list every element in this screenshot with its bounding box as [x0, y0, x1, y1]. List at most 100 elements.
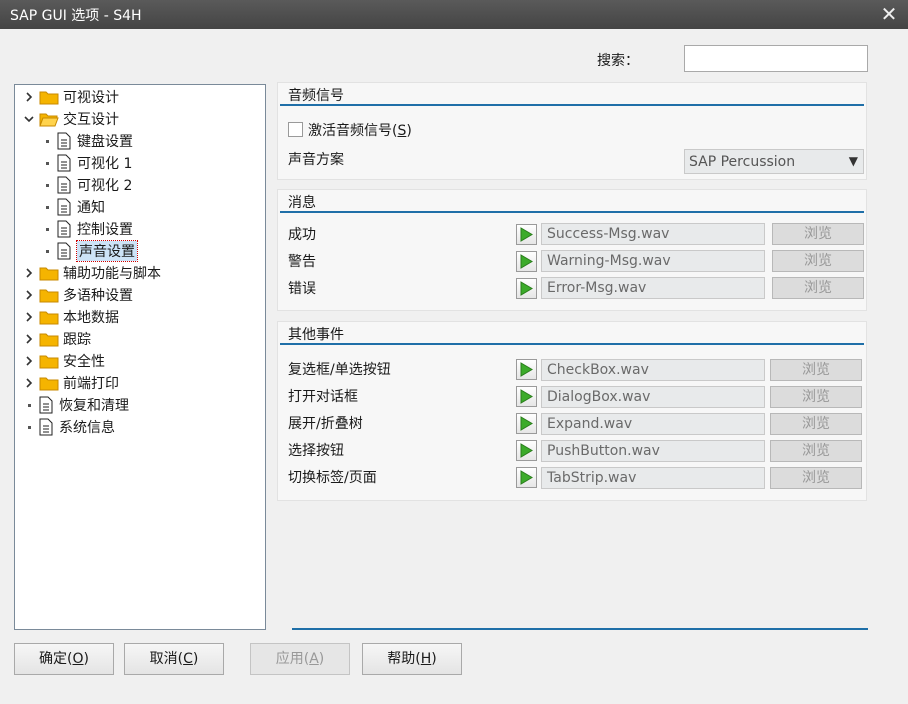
tree-item-visualization-2[interactable]: 可视化 2: [41, 175, 132, 195]
tree-item-accessibility-scripting[interactable]: 辅助功能与脚本: [23, 263, 161, 283]
browse-button[interactable]: 浏览: [770, 440, 862, 462]
bullet-icon: [41, 197, 53, 217]
chevron-down-icon[interactable]: [23, 109, 35, 129]
folder-icon: [39, 355, 59, 369]
tree-item-label: 系统信息: [59, 420, 115, 436]
tree-item-visualization-1[interactable]: 可视化 1: [41, 153, 132, 173]
tree-item-label: 键盘设置: [77, 134, 133, 150]
tree-item-system-info[interactable]: 系统信息: [23, 417, 115, 437]
browse-button[interactable]: 浏览: [770, 359, 862, 381]
tree-item-label: 多语种设置: [63, 288, 133, 304]
sound-file-field[interactable]: DialogBox.wav: [541, 386, 765, 408]
tree-item-control-settings[interactable]: 控制设置: [41, 219, 133, 239]
sound-file-field[interactable]: Success-Msg.wav: [541, 223, 765, 245]
bullet-icon: [23, 395, 35, 415]
row-label: 成功: [288, 227, 316, 243]
tree-item-label: 安全性: [63, 354, 105, 370]
ok-button[interactable]: 确定(O): [14, 643, 114, 675]
play-icon[interactable]: [516, 251, 537, 272]
panel-divider: [280, 343, 864, 345]
tree-item-frontend-print[interactable]: 前端打印: [23, 373, 119, 393]
tree-item-label: 交互设计: [63, 112, 119, 128]
folder-icon: [39, 333, 59, 347]
bullet-icon: [23, 417, 35, 437]
browse-button[interactable]: 浏览: [772, 250, 864, 272]
tree-item-multilingual-settings[interactable]: 多语种设置: [23, 285, 133, 305]
browse-button[interactable]: 浏览: [770, 413, 862, 435]
bullet-icon: [41, 131, 53, 151]
bullet-icon: [41, 219, 53, 239]
settings-tree: 可视设计 交互设计 键盘设置 可视化 1 可视化 2 通知 控制设置 声音设置: [14, 84, 266, 630]
chevron-right-icon[interactable]: [23, 87, 35, 107]
tree-item-label: 通知: [77, 200, 105, 216]
bullet-icon: [41, 241, 53, 261]
tree-item-label: 可视设计: [63, 90, 119, 106]
document-icon: [57, 176, 71, 194]
tree-item-label: 恢复和清理: [59, 398, 129, 414]
tree-item-keyboard-settings[interactable]: 键盘设置: [41, 131, 133, 151]
window-title: SAP GUI 选项 - S4H: [10, 8, 142, 24]
chevron-right-icon[interactable]: [23, 285, 35, 305]
bullet-icon: [41, 175, 53, 195]
row-label: 打开对话框: [288, 389, 358, 405]
tree-item-notifications[interactable]: 通知: [41, 197, 105, 217]
sound-scheme-select[interactable]: SAP Percussion ▼: [684, 149, 864, 174]
audio-signal-panel: 音频信号 激活音频信号(S) 声音方案 SAP Percussion ▼: [277, 82, 867, 180]
play-icon[interactable]: [516, 359, 537, 380]
play-icon[interactable]: [516, 224, 537, 245]
tree-item-label: 跟踪: [63, 332, 91, 348]
help-button[interactable]: 帮助(H): [362, 643, 462, 675]
play-icon[interactable]: [516, 413, 537, 434]
activate-audio-label[interactable]: 激活音频信号(S): [308, 120, 412, 140]
tree-item-security[interactable]: 安全性: [23, 351, 105, 371]
chevron-right-icon[interactable]: [23, 373, 35, 393]
play-icon[interactable]: [516, 278, 537, 299]
chevron-right-icon[interactable]: [23, 329, 35, 349]
cancel-button[interactable]: 取消(C): [124, 643, 224, 675]
folder-icon: [39, 289, 59, 303]
row-label: 警告: [288, 254, 316, 270]
document-icon: [57, 220, 71, 238]
tree-item-sound-settings[interactable]: 声音设置: [41, 240, 138, 262]
play-icon[interactable]: [516, 467, 537, 488]
play-icon[interactable]: [516, 440, 537, 461]
sound-file-field[interactable]: PushButton.wav: [541, 440, 765, 462]
activate-audio-checkbox[interactable]: [288, 122, 303, 137]
tree-item-recovery-cleanup[interactable]: 恢复和清理: [23, 395, 129, 415]
folder-icon: [39, 91, 59, 105]
tree-item-interaction-design[interactable]: 交互设计: [23, 109, 119, 129]
sound-file-field[interactable]: Expand.wav: [541, 413, 765, 435]
chevron-right-icon[interactable]: [23, 351, 35, 371]
tree-item-label: 声音设置: [76, 240, 138, 262]
sound-file-field[interactable]: Error-Msg.wav: [541, 277, 765, 299]
footer-divider: [292, 628, 868, 630]
tree-item-trace[interactable]: 跟踪: [23, 329, 91, 349]
browse-button[interactable]: 浏览: [770, 386, 862, 408]
folder-icon: [39, 267, 59, 281]
tree-item-label: 本地数据: [63, 310, 119, 326]
play-icon[interactable]: [516, 386, 537, 407]
browse-button[interactable]: 浏览: [770, 467, 862, 489]
panel-title: 消息: [288, 195, 316, 211]
row-label: 错误: [288, 281, 316, 297]
tree-item-visual-design[interactable]: 可视设计: [23, 87, 119, 107]
apply-button[interactable]: 应用(A): [250, 643, 350, 675]
tree-item-label: 前端打印: [63, 376, 119, 392]
panel-title: 其他事件: [288, 327, 344, 343]
sound-file-field[interactable]: CheckBox.wav: [541, 359, 765, 381]
chevron-right-icon[interactable]: [23, 263, 35, 283]
row-label: 选择按钮: [288, 443, 344, 459]
browse-button[interactable]: 浏览: [772, 223, 864, 245]
document-icon: [39, 418, 53, 436]
sound-file-field[interactable]: TabStrip.wav: [541, 467, 765, 489]
browse-button[interactable]: 浏览: [772, 277, 864, 299]
tree-item-local-data[interactable]: 本地数据: [23, 307, 119, 327]
document-icon: [57, 242, 71, 260]
search-input[interactable]: [684, 45, 868, 72]
chevron-right-icon[interactable]: [23, 307, 35, 327]
sound-file-field[interactable]: Warning-Msg.wav: [541, 250, 765, 272]
folder-open-icon: [39, 113, 59, 127]
close-icon[interactable]: ✕: [878, 2, 900, 26]
panel-title: 音频信号: [288, 88, 344, 104]
other-events-panel: 其他事件 复选框/单选按钮 CheckBox.wav 浏览 打开对话框 Dial…: [277, 321, 867, 501]
